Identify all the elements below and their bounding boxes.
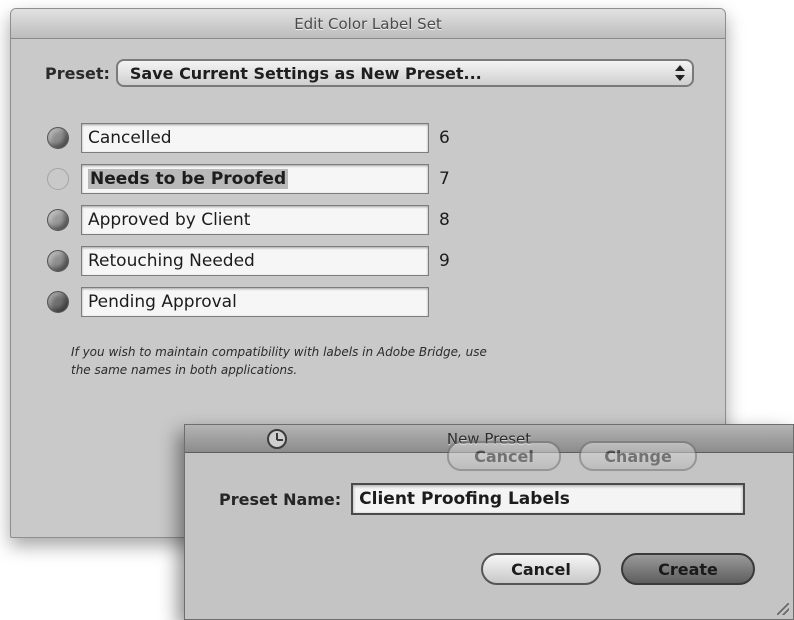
color-label-row: Needs to be Proofed 7 bbox=[47, 158, 463, 199]
underlying-change-button: Change bbox=[579, 441, 697, 471]
preset-label: Preset: bbox=[45, 63, 110, 83]
color-swatch-icon bbox=[47, 249, 69, 272]
dialog-title: Edit Color Label Set bbox=[294, 14, 442, 33]
create-button[interactable]: Create bbox=[621, 553, 755, 585]
preset-row: Preset: Save Current Settings as New Pre… bbox=[45, 59, 694, 87]
underlying-cancel-button: Cancel bbox=[447, 441, 561, 471]
color-swatch-icon bbox=[47, 167, 69, 190]
cancel-button[interactable]: Cancel bbox=[481, 553, 601, 585]
label-name-text: Approved by Client bbox=[88, 209, 251, 230]
label-name-field[interactable]: Approved by Client bbox=[81, 204, 429, 235]
label-shortcut: 7 bbox=[439, 168, 450, 189]
color-label-row: Cancelled 6 bbox=[47, 117, 463, 158]
up-down-arrows-icon bbox=[674, 64, 686, 82]
label-name-text: Retouching Needed bbox=[88, 250, 255, 271]
resize-grip-icon[interactable] bbox=[777, 603, 789, 615]
label-name-field[interactable]: Retouching Needed bbox=[81, 245, 429, 276]
color-swatch-icon bbox=[47, 208, 69, 231]
label-name-field[interactable]: Pending Approval bbox=[81, 286, 429, 317]
color-swatch-icon bbox=[47, 126, 69, 149]
color-label-row: Retouching Needed 9 bbox=[47, 240, 463, 281]
label-name-field[interactable]: Needs to be Proofed bbox=[81, 163, 429, 194]
preset-select[interactable]: Save Current Settings as New Preset... bbox=[115, 59, 694, 87]
color-swatch-icon bbox=[47, 290, 69, 313]
preset-selected-value: Save Current Settings as New Preset... bbox=[129, 63, 482, 83]
compatibility-note: If you wish to maintain compatibility wi… bbox=[71, 345, 487, 377]
label-name-field[interactable]: Cancelled bbox=[81, 122, 429, 153]
label-shortcut: 9 bbox=[439, 250, 450, 271]
preset-name-label: Preset Name: bbox=[219, 489, 342, 509]
color-label-row: Approved by Client 8 bbox=[47, 199, 463, 240]
dialog-titlebar[interactable]: Edit Color Label Set bbox=[11, 9, 725, 39]
color-label-row: Pending Approval bbox=[47, 281, 463, 322]
label-name-text: Pending Approval bbox=[88, 291, 237, 312]
label-shortcut: 8 bbox=[439, 209, 450, 230]
clock-icon bbox=[267, 429, 287, 449]
color-label-list: Cancelled 6 Needs to be Proofed 7 Approv… bbox=[47, 117, 463, 322]
label-name-text: Cancelled bbox=[88, 127, 172, 148]
preset-name-input[interactable] bbox=[351, 483, 746, 515]
label-name-text: Needs to be Proofed bbox=[88, 168, 289, 189]
new-preset-sheet: New Preset Cancel Change Preset Name: Ca… bbox=[184, 424, 794, 620]
label-shortcut: 6 bbox=[439, 127, 450, 148]
preset-name-row: Preset Name: bbox=[219, 483, 746, 515]
